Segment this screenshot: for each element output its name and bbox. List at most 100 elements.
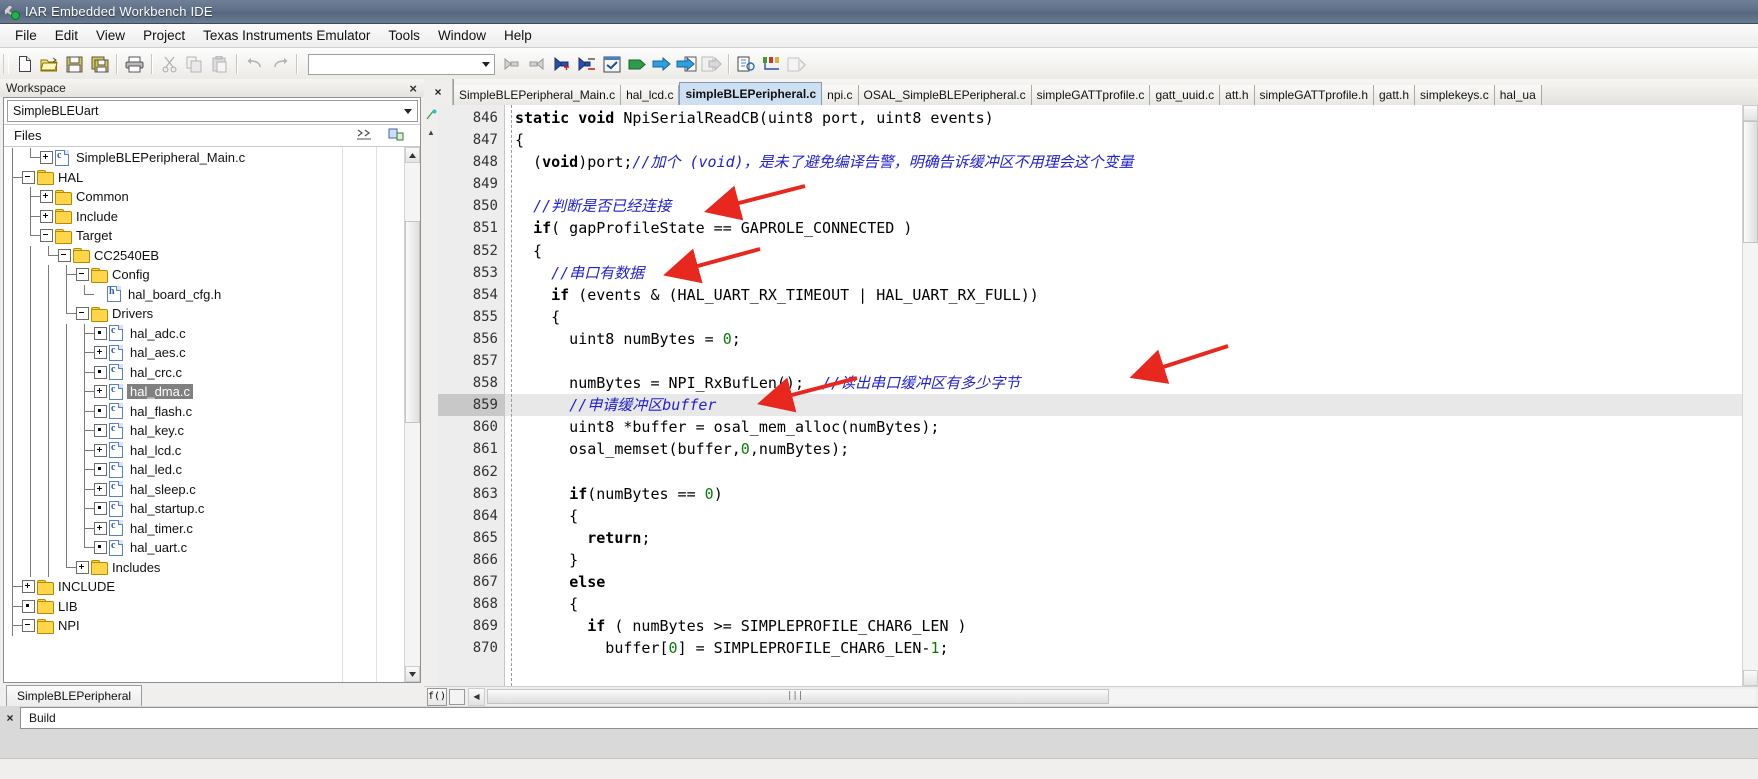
tree-item[interactable]: hal_adc.c bbox=[4, 323, 404, 344]
h-scroll-track[interactable]: ||| bbox=[487, 689, 1756, 704]
download-icon[interactable] bbox=[699, 52, 724, 77]
editor-scroll-up-icon[interactable]: ▲ bbox=[426, 128, 436, 138]
tree-item[interactable]: Target bbox=[4, 226, 404, 246]
editor-vertical-scrollbar[interactable] bbox=[1742, 105, 1758, 686]
code-line[interactable]: //申请缓冲区buffer bbox=[505, 394, 1742, 417]
menu-item-edit[interactable]: Edit bbox=[46, 25, 87, 46]
build-output-panel[interactable]: Build bbox=[20, 707, 1758, 729]
tree-item[interactable]: hal_dma.c bbox=[4, 382, 404, 402]
chevron-down-icon[interactable] bbox=[404, 108, 412, 114]
code-line[interactable]: if( gapProfileState == GAPROLE_CONNECTED… bbox=[505, 217, 1742, 239]
tree-item[interactable]: hal_uart.c bbox=[4, 538, 404, 558]
tree-toggle-icon[interactable] bbox=[40, 190, 53, 204]
file-tree-scrollbar[interactable] bbox=[404, 147, 420, 682]
scroll-track[interactable] bbox=[405, 163, 420, 666]
editor-close-icon[interactable]: × bbox=[434, 85, 441, 99]
workspace-overview-icon[interactable] bbox=[388, 128, 404, 143]
editor-tab[interactable]: simpleGATTprofile.c bbox=[1031, 85, 1151, 105]
new-file-icon[interactable] bbox=[12, 52, 37, 77]
tree-item[interactable]: hal_lcd.c bbox=[4, 440, 404, 461]
tree-item[interactable]: CC2540EB bbox=[4, 245, 404, 266]
tree-toggle-icon[interactable] bbox=[94, 541, 107, 555]
find-in-files-icon[interactable] bbox=[734, 52, 759, 77]
compile-icon[interactable] bbox=[599, 52, 624, 77]
menu-item-file[interactable]: File bbox=[6, 25, 46, 46]
tree-item[interactable]: INCLUDE bbox=[4, 577, 404, 597]
navigate-forward-icon[interactable] bbox=[524, 52, 549, 77]
menu-item-tools[interactable]: Tools bbox=[379, 25, 429, 46]
code-line[interactable]: if ( numBytes >= SIMPLEPROFILE_CHAR6_LEN… bbox=[505, 615, 1742, 637]
code-line[interactable] bbox=[505, 350, 1742, 372]
editor-tab[interactable]: gatt_uuid.c bbox=[1150, 85, 1221, 105]
paste-icon[interactable] bbox=[207, 52, 232, 77]
project-selector-combo[interactable]: SimpleBLEUart bbox=[7, 100, 418, 122]
tree-toggle-icon[interactable] bbox=[58, 248, 71, 262]
editor-tab[interactable]: SimpleBLEPeripheral_Main.c bbox=[454, 85, 622, 105]
scroll-left-icon[interactable]: ◀ bbox=[468, 687, 485, 706]
menu-item-texas-instruments-emulator[interactable]: Texas Instruments Emulator bbox=[194, 25, 379, 46]
workspace-close-icon[interactable]: × bbox=[406, 81, 420, 96]
tree-item[interactable]: hal_crc.c bbox=[4, 362, 404, 383]
editor-tab[interactable]: gatt.h bbox=[1374, 85, 1416, 105]
tree-item[interactable]: LIB bbox=[4, 596, 404, 617]
chevron-down-icon[interactable] bbox=[482, 61, 490, 67]
code-line[interactable]: if (events & (HAL_UART_RX_TIMEOUT | HAL_… bbox=[505, 284, 1742, 306]
stop-build-icon[interactable] bbox=[674, 52, 699, 77]
tree-item[interactable]: hal_board_cfg.h bbox=[4, 284, 404, 305]
tree-toggle-icon[interactable] bbox=[94, 521, 107, 535]
scroll-thumb[interactable] bbox=[405, 221, 420, 423]
tree-item[interactable]: hal_sleep.c bbox=[4, 479, 404, 500]
tree-item[interactable]: hal_flash.c bbox=[4, 401, 404, 422]
menu-item-view[interactable]: View bbox=[87, 25, 134, 46]
code-line[interactable]: else bbox=[505, 571, 1742, 593]
tree-toggle-icon[interactable] bbox=[94, 463, 107, 477]
scroll-up-icon[interactable] bbox=[1743, 105, 1758, 121]
tree-toggle-icon[interactable] bbox=[94, 346, 107, 360]
tree-toggle-icon[interactable] bbox=[22, 619, 35, 633]
bottom-close-icon[interactable]: × bbox=[0, 711, 20, 725]
editor-tab[interactable]: simpleGATTprofile.h bbox=[1254, 85, 1374, 105]
disassembly-icon[interactable] bbox=[784, 52, 809, 77]
scroll-thumb[interactable] bbox=[1743, 121, 1758, 243]
tree-toggle-icon[interactable] bbox=[76, 560, 89, 574]
go-to-bookmark-icon[interactable] bbox=[574, 52, 599, 77]
breakpoints-icon[interactable] bbox=[759, 52, 784, 77]
code-line[interactable]: return; bbox=[505, 527, 1742, 549]
code-line[interactable]: { bbox=[505, 306, 1742, 328]
tree-toggle-icon[interactable] bbox=[94, 385, 107, 399]
code-line[interactable]: numBytes = NPI_RxBufLen(); //读出串口缓冲区有多少字… bbox=[505, 372, 1742, 394]
cut-icon[interactable] bbox=[157, 52, 182, 77]
code-line[interactable]: buffer[0] = SIMPLEPROFILE_CHAR6_LEN-1; bbox=[505, 637, 1742, 659]
navigate-back-icon[interactable] bbox=[499, 52, 524, 77]
tree-toggle-icon[interactable] bbox=[94, 404, 107, 418]
tree-toggle-icon[interactable] bbox=[22, 580, 35, 594]
editor-tab[interactable]: att.h bbox=[1220, 85, 1255, 105]
toggle-bookmark-icon[interactable] bbox=[549, 52, 574, 77]
tree-item[interactable]: hal_timer.c bbox=[4, 518, 404, 539]
code-line[interactable]: (void)port;//加个 (void)，是未了避免编译告警，明确告诉缓冲区… bbox=[505, 151, 1742, 173]
tree-item[interactable]: Includes bbox=[4, 557, 404, 578]
tree-toggle-icon[interactable] bbox=[94, 502, 107, 516]
code-line[interactable] bbox=[505, 173, 1742, 195]
tree-item[interactable]: Common bbox=[4, 187, 404, 207]
code-line[interactable]: //串口有数据 bbox=[505, 262, 1742, 284]
open-folder-icon[interactable] bbox=[37, 52, 62, 77]
tree-item[interactable]: HAL bbox=[4, 167, 404, 188]
editor-tab[interactable]: npi.c bbox=[822, 85, 859, 105]
redo-icon[interactable] bbox=[267, 52, 292, 77]
editor-tab[interactable]: simplekeys.c bbox=[1415, 85, 1495, 105]
undo-icon[interactable] bbox=[242, 52, 267, 77]
code-line[interactable]: uint8 numBytes = 0; bbox=[505, 328, 1742, 350]
editor-bookmark-margin[interactable]: ▲ bbox=[424, 105, 438, 686]
tree-toggle-icon[interactable] bbox=[94, 443, 107, 457]
copy-icon[interactable] bbox=[182, 52, 207, 77]
tree-toggle-icon[interactable] bbox=[22, 170, 35, 184]
code-line[interactable]: //判断是否已经连接 bbox=[505, 195, 1742, 217]
tree-toggle-icon[interactable] bbox=[94, 365, 107, 379]
tree-toggle-icon[interactable] bbox=[76, 268, 89, 282]
tree-toggle-icon[interactable] bbox=[94, 482, 107, 496]
tree-item[interactable]: hal_aes.c bbox=[4, 343, 404, 363]
scroll-track[interactable] bbox=[1743, 121, 1758, 670]
bookmark-icon[interactable] bbox=[426, 108, 437, 120]
tree-item[interactable]: hal_led.c bbox=[4, 460, 404, 480]
